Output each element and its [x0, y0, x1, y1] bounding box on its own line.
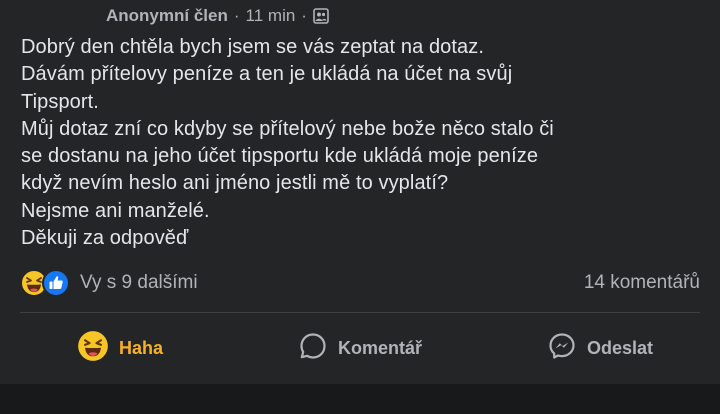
post-line: Děkuji za odpověď [21, 227, 189, 250]
divider [20, 312, 700, 313]
post-line: Tipsport. [21, 90, 99, 113]
separator: · [301, 6, 307, 25]
haha-emoji-icon [77, 330, 109, 367]
post-line: Dobrý den chtěla bych jsem se vás zeptat… [21, 36, 485, 58]
comments-count-link[interactable]: 14 komentářů [584, 272, 700, 294]
post-line: se dostanu na jeho účet tipsportu kde uk… [21, 145, 539, 168]
separator: · [233, 6, 240, 25]
post-line: Můj dotaz zní co kdyby se přítelový nebe… [21, 117, 554, 140]
reactions-summary[interactable]: Vy s 9 dalšími [20, 269, 198, 297]
comment-bubble-icon [298, 331, 328, 366]
post-header: Anonymní člen · 11 min · [106, 4, 329, 28]
share-label: Odeslat [586, 337, 654, 358]
post-line: když nevím heslo ani jméno jestli mě to … [21, 172, 449, 195]
post-body: Dobrý den chtěla bych jsem se vás zeptat… [21, 34, 711, 252]
messenger-icon [547, 331, 577, 366]
feed-separator [0, 384, 720, 414]
post-time[interactable]: 11 min [246, 6, 296, 26]
reactions-bar: Vy s 9 dalšími 14 komentářů [20, 266, 700, 300]
send-messenger-button[interactable]: Odeslat [480, 331, 720, 366]
haha-label: Haha [118, 337, 163, 358]
comment-button[interactable]: Komentář [240, 331, 480, 366]
group-members-icon [313, 8, 329, 24]
reaction-icons [20, 269, 70, 297]
post-actions: Haha Komentář Odeslat [0, 326, 720, 370]
like-icon [42, 269, 70, 297]
post-line: Dávám přítelovy peníze a ten je ukládá n… [21, 63, 513, 86]
reactions-count-label: Vy s 9 dalšími [80, 272, 198, 293]
post-card: Anonymní člen · 11 min · Dobrý den chtěl… [0, 0, 720, 414]
post-line: Nejsme ani manželé. [21, 199, 210, 222]
author-name[interactable]: Anonymní člen [106, 6, 228, 26]
comment-label: Komentář [337, 337, 422, 358]
haha-reaction-button[interactable]: Haha [0, 330, 240, 367]
